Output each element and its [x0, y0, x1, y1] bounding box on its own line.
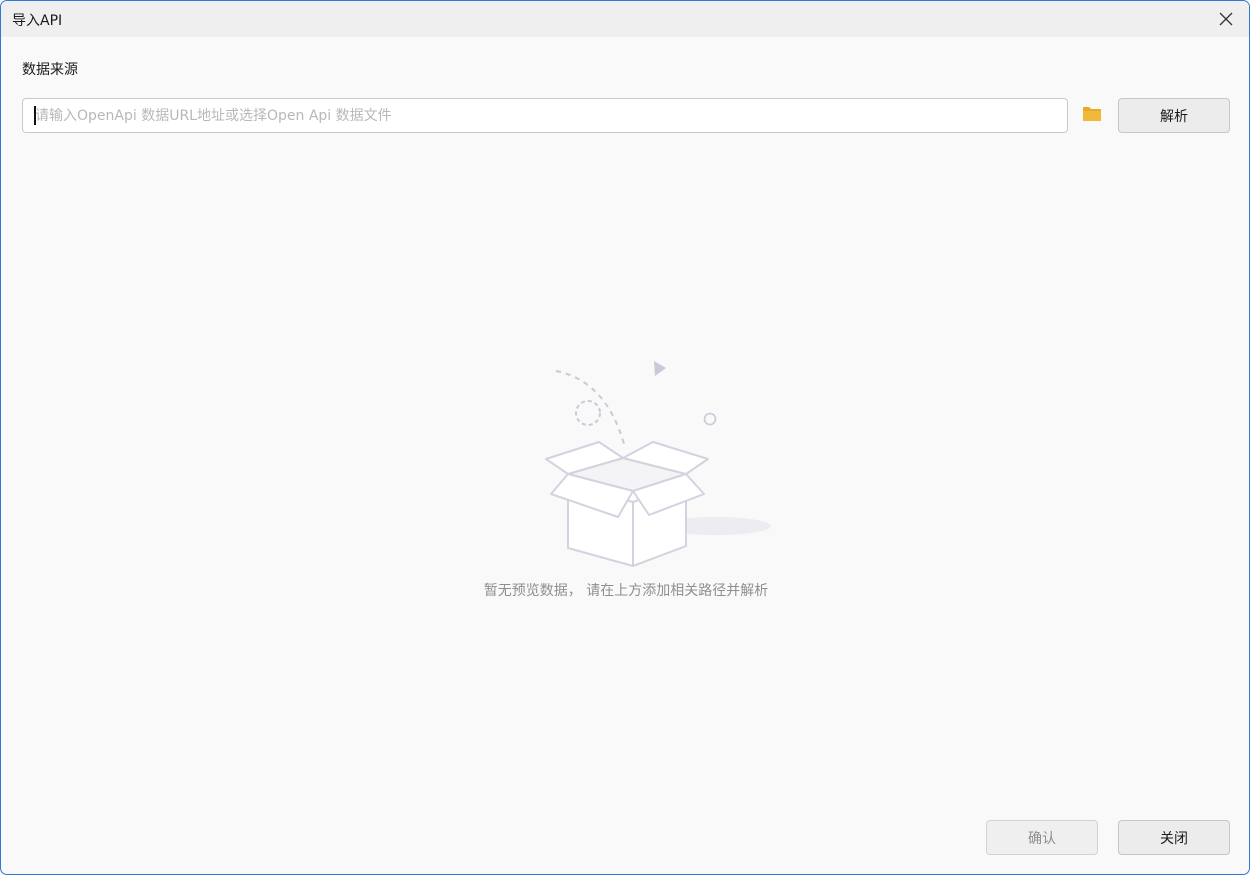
window-close-button[interactable]	[1203, 1, 1249, 37]
dialog-title: 导入API	[12, 13, 63, 29]
parse-button[interactable]: 解析	[1118, 98, 1230, 133]
close-icon	[1219, 12, 1233, 26]
empty-state-message: 暂无预览数据， 请在上方添加相关路径并解析	[483, 583, 769, 599]
browse-file-button[interactable]	[1081, 104, 1105, 126]
confirm-button[interactable]: 确认	[986, 820, 1098, 855]
close-button[interactable]: 关闭	[1118, 820, 1230, 855]
empty-box-icon	[545, 361, 771, 567]
text-caret	[34, 106, 36, 125]
source-url-input[interactable]	[22, 98, 1068, 133]
import-api-dialog: 导入API 数据来源 解析 暂无预览数据， 请在上方添加相关路径并解析 确认 关	[0, 0, 1250, 875]
data-source-label: 数据来源	[22, 62, 78, 78]
folder-icon	[1083, 107, 1101, 121]
title-bar: 导入API	[1, 1, 1249, 37]
